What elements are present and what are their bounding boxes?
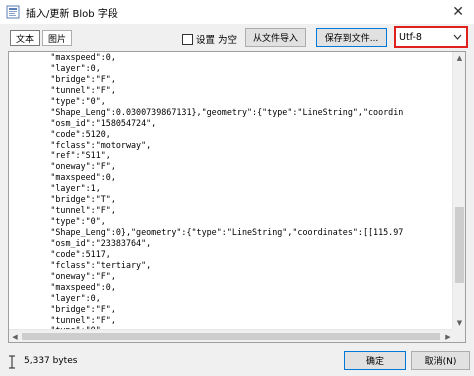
encoding-value: Utf-8 — [399, 31, 422, 43]
code-line: "Shape_Leng":0},"geometry":{"type":"Line… — [10, 227, 404, 237]
code-line: "bridge":"F", — [10, 303, 116, 314]
import-from-file-button[interactable]: 从文件导入 — [245, 28, 306, 47]
save-to-file-button[interactable]: 保存到文件... — [316, 28, 387, 47]
scrollbar-corner — [452, 329, 465, 342]
code-line: "bridge":"F", — [10, 73, 116, 84]
code-line: "osm_id":"23383764", — [10, 237, 152, 248]
code-line: "layer":0, — [10, 62, 101, 73]
scroll-down-icon[interactable]: ▼ — [453, 317, 465, 329]
toolbar: 文本 图片 设置 为空 从文件导入 保存到文件... Utf-8 — [0, 24, 474, 51]
code-line: "fclass":"motorway", — [10, 139, 152, 150]
tab-image[interactable]: 图片 — [42, 30, 72, 46]
code-line: "type":"0", — [10, 216, 106, 227]
code-line: "ref":"S11", — [10, 150, 111, 161]
tab-text[interactable]: 文本 — [10, 30, 40, 46]
code-line: "tunnel":"F", — [10, 84, 116, 95]
cancel-button[interactable]: 取消(N) — [411, 351, 470, 370]
code-line: "layer":0, — [10, 292, 101, 303]
vertical-scrollbar[interactable]: ▲ ▼ — [452, 52, 465, 329]
scroll-up-icon[interactable]: ▲ — [453, 52, 465, 64]
text-cursor-icon — [9, 355, 15, 369]
code-line: "tunnel":"F", — [10, 314, 116, 325]
checkbox-box[interactable] — [182, 33, 193, 45]
ok-button[interactable]: 确定 — [344, 351, 406, 370]
blob-text-editor[interactable]: "maxspeed":0, "layer":0, "bridge":"F", "… — [8, 51, 466, 343]
code-line: "tunnel":"F", — [10, 205, 116, 216]
code-line: "code":5117, — [10, 248, 111, 259]
code-line: "type":"0", — [10, 95, 106, 106]
vertical-scroll-thumb[interactable] — [455, 207, 464, 283]
blob-field-icon — [6, 5, 20, 19]
window-title: 插入/更新 Blob 字段 — [26, 8, 118, 20]
code-line: "oneway":"F", — [10, 270, 116, 281]
code-line: "osm_id":"158054724", — [10, 117, 157, 128]
code-line: "oneway":"F", — [10, 161, 116, 172]
horizontal-scrollbar[interactable]: ◀ ▶ — [9, 329, 454, 342]
set-empty-checkbox[interactable]: 设置 为空 — [182, 32, 237, 46]
status-bar: 5,337 bytes 确定 取消(N) — [0, 346, 474, 376]
encoding-select[interactable]: Utf-8 — [394, 26, 468, 48]
code-line: "code":5120, — [10, 128, 111, 139]
code-line: "fclass":"tertiary", — [10, 259, 152, 270]
code-line: "bridge":"T", — [10, 194, 116, 205]
scroll-left-icon[interactable]: ◀ — [9, 330, 21, 342]
chevron-down-icon — [453, 34, 462, 40]
code-line: "Shape_Leng":0.0300739867131},"geometry"… — [10, 106, 404, 117]
code-line: "maxspeed":0, — [10, 52, 116, 62]
code-line: "layer":1, — [10, 183, 101, 194]
horizontal-scroll-thumb[interactable] — [22, 333, 440, 340]
code-line: "maxspeed":0, — [10, 172, 116, 183]
editor-content[interactable]: "maxspeed":0, "layer":0, "bridge":"F", "… — [10, 52, 453, 329]
set-empty-label: 设置 为空 — [196, 35, 238, 46]
close-icon[interactable]: ✕ — [452, 4, 464, 20]
blob-size-text: 5,337 bytes — [24, 356, 78, 366]
code-line: "maxspeed":0, — [10, 281, 116, 292]
title-bar: 插入/更新 Blob 字段 ✕ — [0, 0, 474, 24]
